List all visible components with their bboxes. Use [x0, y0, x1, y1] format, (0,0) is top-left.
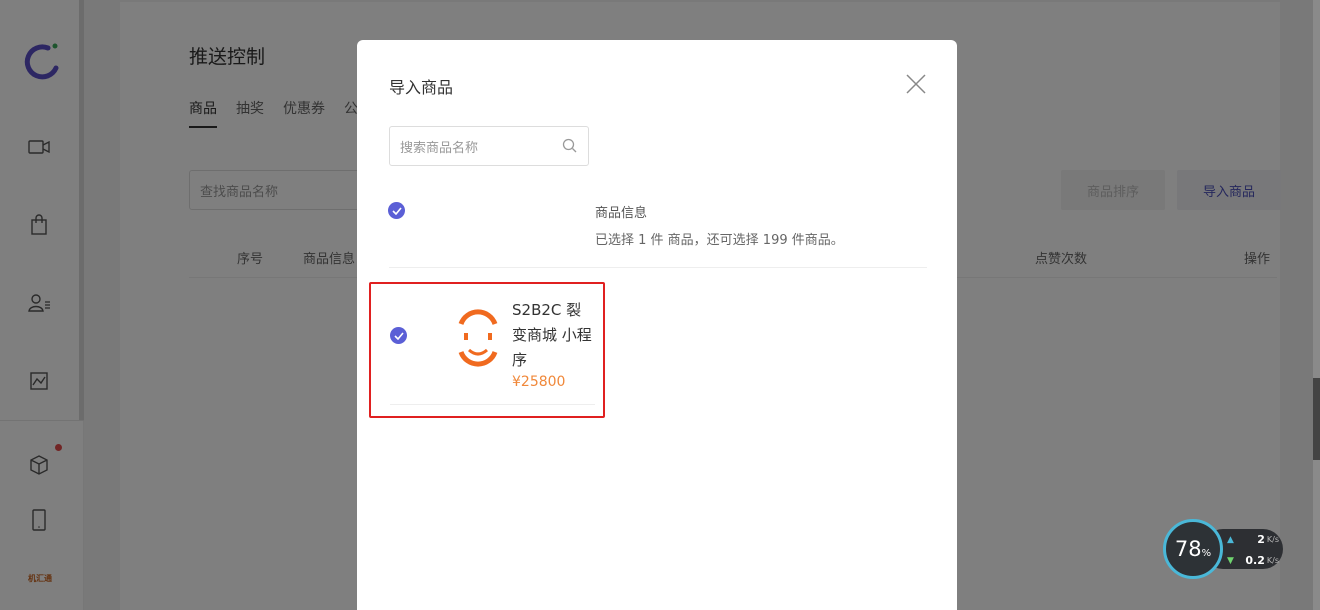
scrollbar-thumb[interactable]: [1313, 378, 1320, 460]
gauge-percent: 78: [1174, 537, 1202, 561]
dialog-search-placeholder: 搜索商品名称: [400, 140, 479, 156]
upload-speed: ▲ 2 K/s: [1227, 533, 1279, 546]
checkmark-icon: [393, 331, 404, 340]
selection-summary: 已选择 1 件 商品，还可选择 199 件商品。: [595, 233, 844, 248]
download-unit: K/s: [1266, 556, 1279, 565]
import-products-dialog: 导入商品 搜索商品名称 商品信息 已选择 1 件 商品，还可选择 199 件商品…: [357, 40, 957, 610]
select-all-checkbox[interactable]: [388, 202, 405, 219]
dialog-search-input[interactable]: 搜索商品名称: [389, 126, 589, 166]
product-name: S2B2C 裂变商城 小程序: [512, 301, 592, 369]
arrow-down-icon: ▼: [1227, 555, 1234, 566]
download-speed: ▼ 0.2 K/s: [1227, 554, 1279, 567]
product-thumbnail-icon: [458, 309, 498, 367]
network-speed-widget[interactable]: 78% ▲ 2 K/s ▼ 0.2 K/s: [1163, 519, 1283, 579]
upload-value: 2: [1257, 533, 1265, 546]
search-icon[interactable]: [562, 138, 578, 154]
download-value: 0.2: [1245, 554, 1265, 567]
product-price: ¥25800: [512, 374, 566, 390]
item-divider: [390, 404, 595, 405]
arrow-up-icon: ▲: [1227, 534, 1234, 545]
product-info-label: 商品信息: [595, 206, 648, 221]
dialog-title: 导入商品: [389, 78, 454, 97]
upload-unit: K/s: [1266, 535, 1279, 544]
memory-gauge: 78%: [1163, 519, 1223, 579]
divider: [389, 267, 927, 268]
product-item[interactable]: S2B2C 裂变商城 小程序 ¥25800: [369, 282, 605, 418]
scrollbar-track[interactable]: [1313, 0, 1320, 610]
close-icon[interactable]: [905, 73, 927, 95]
gauge-unit: %: [1201, 547, 1212, 559]
checkmark-icon: [391, 206, 402, 215]
product-checkbox[interactable]: [390, 327, 407, 344]
